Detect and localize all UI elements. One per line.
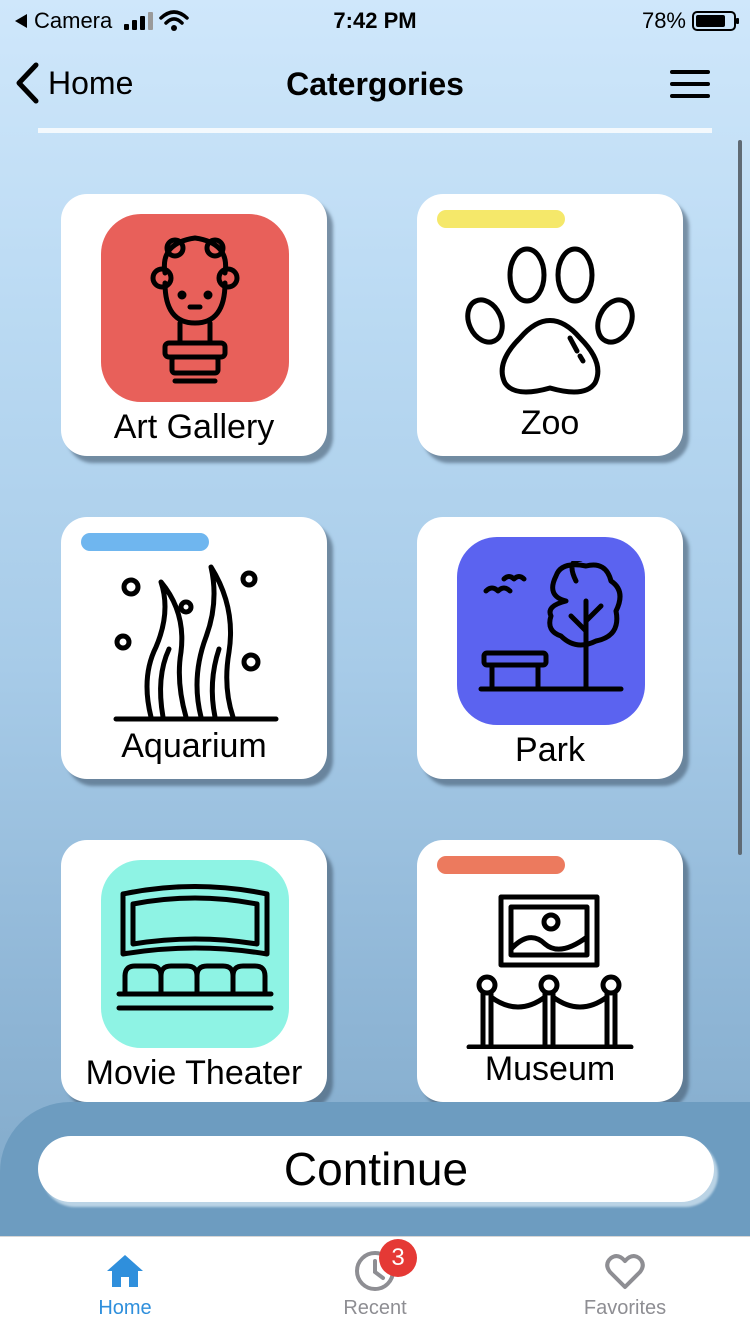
category-label: Movie Theater <box>85 1054 303 1092</box>
continue-button[interactable]: Continue <box>38 1136 714 1202</box>
category-label: Zoo <box>520 404 580 442</box>
icon-container <box>111 557 281 727</box>
tab-home[interactable]: Home <box>35 1249 215 1320</box>
page-title: Catergories <box>286 66 464 102</box>
home-icon <box>103 1249 147 1293</box>
category-card-art-gallery[interactable]: Art Gallery <box>61 194 327 456</box>
clock-icon: 3 <box>353 1239 417 1293</box>
status-time: 7:42 PM <box>333 8 417 33</box>
icon-background <box>101 214 289 402</box>
category-card-park[interactable]: Park <box>417 517 683 779</box>
category-card-museum[interactable]: Museum <box>417 840 683 1102</box>
tab-favorites[interactable]: Favorites <box>535 1249 715 1320</box>
seaweed-icon <box>113 564 279 722</box>
status-right: 78% <box>641 8 739 34</box>
tab-label: Home <box>98 1297 152 1319</box>
header-divider <box>38 128 712 133</box>
paw-icon <box>465 246 635 395</box>
category-label: Aquarium <box>121 727 267 765</box>
museum-frame-icon <box>466 894 634 1049</box>
recent-badge: 3 <box>379 1239 417 1277</box>
tab-bar: Home 3 Recent Favorites <box>0 1236 750 1335</box>
tab-label: Favorites <box>583 1297 667 1319</box>
icon-background <box>457 537 645 725</box>
icon-background <box>101 860 289 1048</box>
category-label: Museum <box>484 1050 616 1088</box>
accent-bar <box>81 533 209 551</box>
category-card-aquarium[interactable]: Aquarium <box>61 517 327 779</box>
tab-label: Recent <box>343 1297 407 1319</box>
icon-container <box>465 238 635 408</box>
tab-recent[interactable]: 3 Recent <box>285 1239 465 1320</box>
category-label: Park <box>515 731 585 769</box>
category-card-zoo[interactable]: Zoo <box>417 194 683 456</box>
battery-percent: 78% <box>641 8 686 33</box>
statue-icon <box>150 235 240 384</box>
tree-bench-icon <box>478 561 624 692</box>
cinema-icon <box>116 884 274 1011</box>
hamburger-menu-icon[interactable] <box>670 70 710 98</box>
nav-bar: Home Catergories <box>0 50 750 120</box>
icon-container <box>465 884 635 1054</box>
scrollbar[interactable] <box>738 140 742 855</box>
accent-bar <box>437 210 565 228</box>
status-bar: Camera 7:42 PM 78% <box>0 0 750 42</box>
heart-icon <box>603 1249 647 1293</box>
category-label: Art Gallery <box>113 408 275 446</box>
category-card-movie-theater[interactable]: Movie Theater <box>61 840 327 1102</box>
accent-bar <box>437 856 565 874</box>
battery-icon <box>692 11 739 31</box>
